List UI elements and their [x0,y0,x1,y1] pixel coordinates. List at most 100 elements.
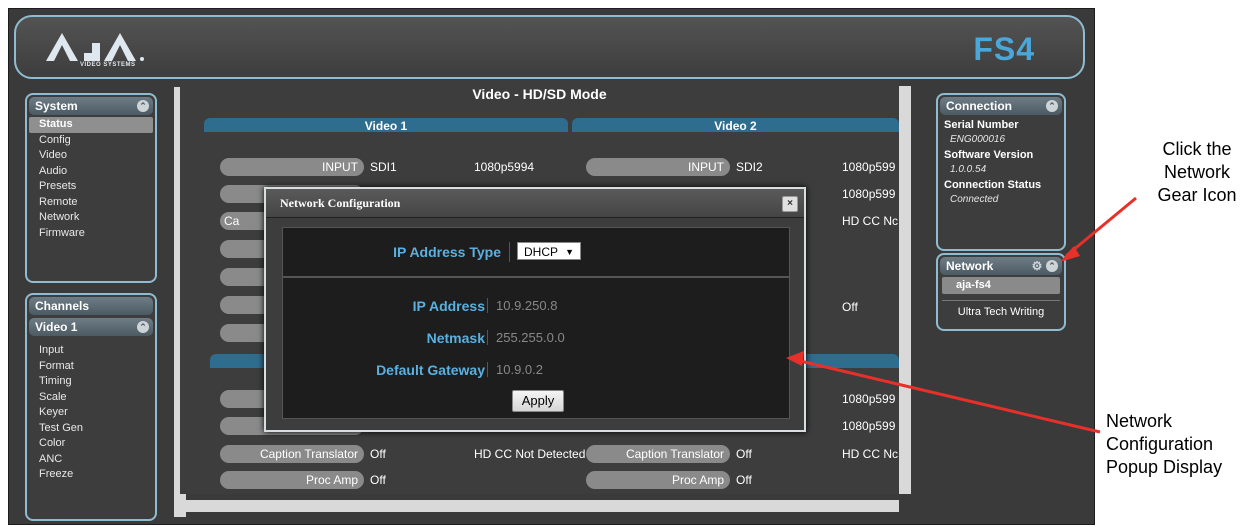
ip-settings-box: IP Address 10.9.250.8 Netmask 255.255.0.… [282,277,790,419]
default-gateway-value[interactable]: 10.9.0.2 [487,362,543,377]
gear-annotation: Click the Network Gear Icon [1147,138,1247,207]
video2-input-format: 1080p599 [842,160,896,174]
netmask-label: Netmask [426,330,485,346]
connection-panel-header[interactable]: Connection ⌃ [940,97,1062,115]
video2-procamp-value: Off [736,473,752,487]
collapse-icon[interactable]: ⌃ [137,100,149,112]
ip-type-box: IP Address Type DHCP ▼ [282,227,790,277]
network-panel-header[interactable]: Network ⚙ ⌃ [940,257,1062,275]
nav-item-presets[interactable]: Presets [27,179,155,195]
video2-section-title: Video 2 [714,119,757,133]
content-scrollbar[interactable] [899,86,911,494]
ip-type-select[interactable]: DHCP ▼ [517,242,581,260]
horizontal-scrollbar[interactable] [180,500,899,512]
video1-input-value: SDI1 [370,160,397,174]
gear-note-line1: Click the [1162,139,1232,159]
product-name: FS4 [973,31,1035,67]
video1-caption-status: HD CC Not Detected [474,447,586,461]
video1-caption-button[interactable]: Caption Translator [220,445,364,463]
collapse-icon[interactable]: ⌃ [1046,260,1058,272]
nav-item-network[interactable]: Network [27,210,155,226]
video1-row3-label: Ca [224,214,240,228]
aja-logo-icon [46,33,144,61]
video2-caption-status: HD CC Nc [842,447,898,461]
video1-input-format: 1080p5994 [474,160,535,174]
apply-button[interactable]: Apply [512,390,564,412]
serial-number-value: ENG000016 [950,134,1006,145]
channels-panel: Channels Video 1 ⌃ Input Format Timing S… [25,293,157,521]
video2-row2-format: 1080p599 [842,187,896,201]
collapse-icon[interactable]: ⌃ [1046,100,1058,112]
nav-item-anc[interactable]: ANC [27,452,155,468]
system-panel: System ⌃ Status Config Video Audio Prese… [25,93,157,283]
video2-input-button[interactable]: INPUT [586,158,730,176]
video1-input-button[interactable]: INPUT [220,158,364,176]
video1-procamp-value: Off [370,473,386,487]
video2-caption-value: Off [736,447,752,461]
video2-row9-format: 1080p599 [842,419,896,433]
dialog-header: Network Configuration × [266,189,804,218]
network-device[interactable]: aja-fs4 [942,277,1060,294]
page-title: Video - HD/SD Mode [472,86,607,102]
gear-note-line3: Gear Icon [1157,185,1237,205]
video1-channel-header[interactable]: Video 1 ⌃ [29,318,153,336]
network-entry[interactable]: Ultra Tech Writing [938,306,1064,318]
nav-item-scale[interactable]: Scale [27,390,155,406]
nav-item-audio[interactable]: Audio [27,164,155,180]
collapse-icon[interactable]: ⌃ [137,321,149,333]
default-gateway-label: Default Gateway [376,362,485,378]
nav-item-freeze[interactable]: Freeze [27,467,155,483]
ip-address-label: IP Address [412,298,485,314]
nav-item-format[interactable]: Format [27,359,155,375]
gear-note-line2: Network [1163,162,1230,182]
serial-number-label: Serial Number [944,119,1019,131]
nav-item-keyer[interactable]: Keyer [27,405,155,421]
video2-row3-status: HD CC Nc [842,214,898,228]
ip-address-value[interactable]: 10.9.250.8 [487,298,557,313]
popup-note-line1: Network [1106,411,1173,431]
video2-caption-button[interactable]: Caption Translator [586,445,730,463]
software-version-value: 1.0.0.54 [950,164,987,175]
network-panel: Network ⚙ ⌃ aja-fs4 Ultra Tech Writing [936,253,1066,331]
nav-item-timing[interactable]: Timing [27,374,155,390]
logo-subtitle: VIDEO SYSTEMS [80,62,136,68]
video1-channel-title: Video 1 [35,320,78,334]
network-divider [942,300,1060,301]
video1-caption-value: Off [370,447,386,461]
popup-note-line2: Configuration [1106,434,1214,454]
video1-procamp-button[interactable]: Proc Amp [220,471,364,489]
ip-type-label: IP Address Type [393,244,501,260]
system-panel-header[interactable]: System ⌃ [29,97,153,115]
ip-type-value: DHCP [524,245,559,259]
dialog-title: Network Configuration [280,196,401,210]
chevron-down-icon: ▼ [565,247,574,257]
video2-input-value: SDI2 [736,160,763,174]
nav-item-remote[interactable]: Remote [27,195,155,211]
close-icon[interactable]: × [782,196,798,212]
ip-type-divider [509,242,510,262]
connection-status-label: Connection Status [944,179,1042,191]
nav-item-status[interactable]: Status [29,117,153,133]
channels-panel-header[interactable]: Channels [29,297,153,315]
network-panel-title: Network [946,259,994,273]
software-version-label: Software Version [944,149,1034,161]
nav-item-test-gen[interactable]: Test Gen [27,421,155,437]
video1-section-title: Video 1 [364,119,408,133]
video2-row8-format: 1080p599 [842,392,896,406]
network-config-dialog: Network Configuration × IP Address Type … [264,187,806,432]
connection-panel: Connection ⌃ Serial Number ENG000016 Sof… [936,93,1066,251]
gear-icon[interactable]: ⚙ [1031,260,1043,272]
nav-item-firmware[interactable]: Firmware [27,226,155,242]
nav-item-color[interactable]: Color [27,436,155,452]
connection-panel-title: Connection [946,99,1012,113]
popup-note-line3: Popup Display [1106,457,1223,477]
netmask-value[interactable]: 255.255.0.0 [487,330,565,345]
system-panel-title: System [35,99,78,113]
video2-row5-value: Off [842,300,858,314]
connection-status-value: Connected [950,194,999,205]
popup-annotation: Network Configuration Popup Display [1106,410,1222,479]
video2-procamp-button[interactable]: Proc Amp [586,471,730,489]
nav-item-config[interactable]: Config [27,133,155,149]
nav-item-video[interactable]: Video [27,148,155,164]
nav-item-input[interactable]: Input [27,343,155,359]
